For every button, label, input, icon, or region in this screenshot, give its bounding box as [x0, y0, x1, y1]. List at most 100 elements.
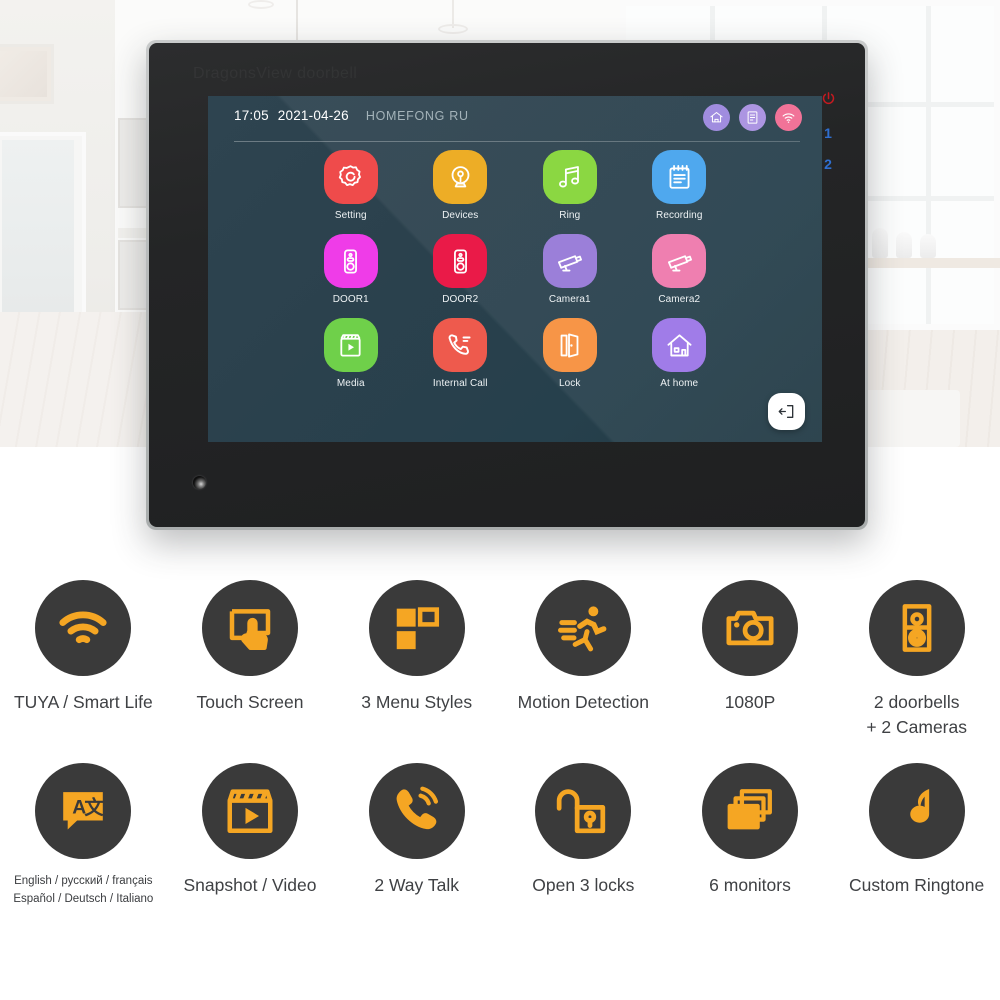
camera-icon: [701, 580, 798, 676]
app-internal-call[interactable]: Internal Call: [423, 318, 497, 389]
feature-custom-ringtone: Custom Ringtone: [833, 763, 1000, 909]
translate-icon: A 文: [35, 763, 132, 859]
layout-icon: [368, 580, 465, 676]
feature-open-3-locks: Open 3 locks: [500, 763, 667, 909]
camera-lens: [193, 476, 206, 489]
feature-2-way-talk: 2 Way Talk: [333, 763, 500, 909]
monitors-icon: [701, 763, 798, 859]
clock-time: 17:05: [234, 108, 269, 123]
app-label: Camera2: [658, 294, 701, 305]
status-bar-left: 17:05 2021-04-26 HOMEFONG RU: [234, 108, 469, 123]
feature-motion-detection: Motion Detection: [500, 580, 667, 739]
app-grid: Setting Devices Ring Recording DOOR1 DOO…: [208, 150, 822, 389]
feature-touch-screen: Touch Screen: [167, 580, 334, 739]
feature-doorbells-cameras: 2 doorbells + 2 Cameras: [833, 580, 1000, 739]
app-label: Setting: [334, 210, 367, 221]
page-root: DragonsView doorbell 1 2 17:05 2021-04-2…: [0, 0, 1000, 1000]
door-open-icon: [542, 318, 597, 372]
lcd-screen: 17:05 2021-04-26 HOMEFONG RU Setting Dev…: [208, 96, 822, 442]
monitor-key-2[interactable]: 2: [824, 157, 832, 171]
feature-label: 6 monitors: [709, 875, 791, 895]
app-label: At home: [660, 378, 699, 389]
app-ring[interactable]: Ring: [533, 150, 607, 221]
app-label: DOOR2: [442, 294, 479, 305]
running-icon: [535, 580, 632, 676]
svg-text:文: 文: [85, 796, 105, 819]
app-label: Recording: [656, 210, 703, 221]
vase: [920, 234, 936, 258]
document-icon[interactable]: [739, 104, 766, 131]
feature-3-menu-styles: 3 Menu Styles: [333, 580, 500, 739]
app-camera2[interactable]: Camera2: [642, 234, 716, 305]
vase: [896, 232, 912, 258]
app-door1[interactable]: DOOR1: [314, 234, 388, 305]
ceiling-recess-light: [248, 0, 274, 9]
app-label: Devices: [442, 210, 479, 221]
phone-call-icon: [368, 763, 465, 859]
feature-label: 2 Way Talk: [374, 875, 459, 895]
clapper-icon: [201, 763, 298, 859]
app-recording[interactable]: Recording: [642, 150, 716, 221]
feature-label: Motion Detection: [517, 692, 649, 712]
feature-6-monitors: 6 monitors: [667, 763, 834, 909]
video-intercom-monitor: DragonsView doorbell 1 2 17:05 2021-04-2…: [146, 40, 868, 530]
doorbell-icon: [323, 234, 378, 288]
unlock-icon: [535, 763, 632, 859]
home-icon[interactable]: [703, 104, 730, 131]
app-label: Internal Call: [432, 378, 488, 389]
app-label: Media: [336, 378, 365, 389]
console-table: [860, 258, 1000, 268]
feature-grid: TUYA / Smart Life Touch Screen 3 Menu St…: [0, 580, 1000, 909]
clock-date: 2021-04-26: [277, 108, 349, 123]
feature-label: Snapshot / Video: [183, 875, 317, 895]
vase: [872, 228, 888, 258]
app-door2[interactable]: DOOR2: [423, 234, 497, 305]
feature-languages: A 文 English / русский / français Español…: [0, 763, 167, 909]
status-bar-icons: [703, 104, 802, 131]
app-setting[interactable]: Setting: [314, 150, 388, 221]
exit-button[interactable]: [768, 393, 805, 430]
gear-icon: [323, 150, 378, 204]
cctv-icon: [652, 234, 707, 288]
app-label: DOOR1: [332, 294, 369, 305]
cctv-icon: [542, 234, 597, 288]
feature-label: TUYA / Smart Life: [13, 692, 153, 712]
feature-1080p: 1080P: [667, 580, 834, 739]
monitor-key-1[interactable]: 1: [824, 126, 832, 140]
wifi-icon[interactable]: [775, 104, 802, 131]
music-note-icon: [542, 150, 597, 204]
status-bar-divider: [234, 141, 800, 142]
clipboard-icon: [652, 150, 707, 204]
owner-label: HOMEFONG RU: [365, 109, 469, 123]
app-label: Lock: [558, 378, 581, 389]
feature-label: Open 3 locks: [532, 875, 635, 895]
power-key[interactable]: [821, 91, 836, 109]
app-lock[interactable]: Lock: [533, 318, 607, 389]
wifi-icon: [35, 580, 132, 676]
doorbell-icon: [868, 580, 965, 676]
feature-label: Touch Screen: [196, 692, 304, 712]
status-bar: 17:05 2021-04-26 HOMEFONG RU: [208, 96, 822, 142]
ceiling-cord: [296, 0, 298, 40]
feature-label: 1080P: [724, 692, 776, 712]
feature-label: English / русский / français Español / D…: [13, 875, 154, 905]
feature-label: 3 Menu Styles: [361, 692, 473, 712]
feature-label: Custom Ringtone: [849, 875, 985, 895]
door-glass-panel: [2, 140, 74, 312]
feature-label: 2 doorbells + 2 Cameras: [866, 692, 967, 737]
app-label: Ring: [559, 210, 581, 221]
clapper-icon: [323, 318, 378, 372]
app-camera1[interactable]: Camera1: [533, 234, 607, 305]
monitor-bezel: DragonsView doorbell 1 2 17:05 2021-04-2…: [149, 43, 865, 527]
phone-call-icon: [433, 318, 488, 372]
app-media[interactable]: Media: [314, 318, 388, 389]
feature-tuya-smart-life: TUYA / Smart Life: [0, 580, 167, 739]
app-at-home[interactable]: At home: [642, 318, 716, 389]
music-note-icon: [868, 763, 965, 859]
doorbell-icon: [433, 234, 488, 288]
wall-art: [0, 44, 54, 104]
exit-icon: [778, 404, 794, 419]
app-label: Camera1: [548, 294, 591, 305]
app-devices[interactable]: Devices: [423, 150, 497, 221]
house-icon: [652, 318, 707, 372]
